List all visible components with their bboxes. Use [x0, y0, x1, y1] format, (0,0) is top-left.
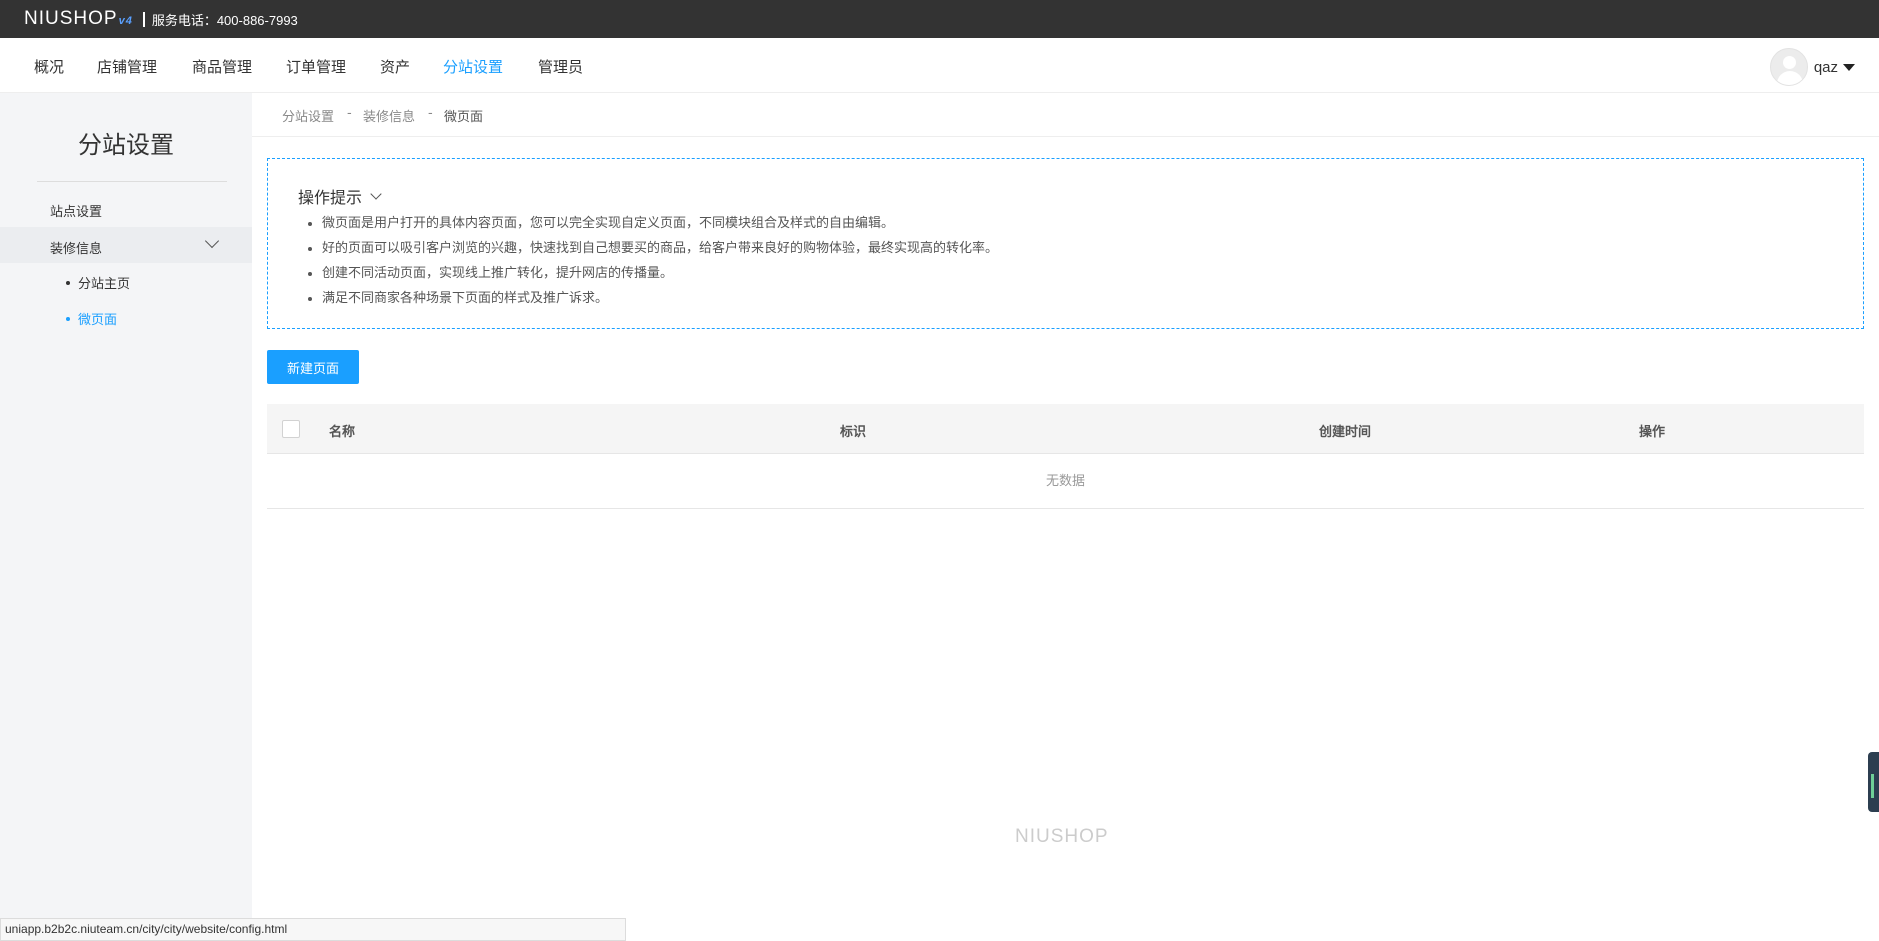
sidebar-item-site-settings[interactable]: 站点设置: [50, 201, 102, 220]
niushop-logo[interactable]: NIUSHOPv4: [24, 8, 133, 30]
sidebar-title: 分站设置: [78, 131, 174, 159]
sidebar-subitem-label: 微页面: [78, 313, 118, 328]
nav-item-goods[interactable]: 商品管理: [192, 56, 252, 77]
tips-line: 创建不同活动页面，实现线上推广转化，提升网店的传播量。: [308, 261, 998, 286]
user-menu[interactable]: qaz: [1769, 48, 1855, 86]
column-header-name: 名称: [329, 425, 356, 440]
tips-line: 满足不同商家各种场景下页面的样式及推广诉求。: [308, 286, 998, 311]
select-all-checkbox[interactable]: [282, 420, 300, 438]
nav-item-store[interactable]: 店铺管理: [97, 56, 157, 77]
sidebar-divider: [37, 181, 227, 182]
column-header-created: 创建时间: [1319, 425, 1372, 440]
breadcrumb: 分站设置 - 装修信息 - 微页面: [252, 93, 1879, 137]
nav-item-assets[interactable]: 资产: [380, 56, 410, 77]
service-phone: 服务电话：400-886-7993: [151, 12, 298, 28]
bullet-icon: [66, 280, 70, 285]
operation-tips: 操作提示 微页面是用户打开的具体内容页面，您可以完全实现自定义页面，不同模块组合…: [267, 158, 1864, 329]
tips-line: 好的页面可以吸引客户浏览的兴趣，快速找到自己想要买的商品，给客户带来良好的购物体…: [308, 236, 998, 261]
table-header: 名称 标识 创建时间 操作: [267, 404, 1864, 454]
sidebar-subitem-label: 分站主页: [78, 277, 131, 292]
nav-item-substation[interactable]: 分站设置: [443, 56, 503, 77]
micropage-table: 名称 标识 创建时间 操作 无数据: [267, 404, 1864, 509]
main-nav: 概况 店铺管理 商品管理 订单管理 资产 分站设置 管理员 qaz: [0, 38, 1879, 93]
caret-down-icon[interactable]: [1843, 63, 1855, 71]
column-header-identifier: 标识: [840, 425, 867, 440]
chevron-down-icon[interactable]: [204, 233, 220, 249]
table-empty-state: 无数据: [267, 454, 1864, 509]
tips-list: 微页面是用户打开的具体内容页面，您可以完全实现自定义页面，不同模块组合及样式的自…: [308, 211, 998, 311]
side-float-widget-icon[interactable]: [1868, 752, 1879, 812]
sidebar-subitem-micropage[interactable]: 微页面: [66, 309, 117, 328]
column-header-actions: 操作: [1639, 425, 1666, 440]
nav-item-orders[interactable]: 订单管理: [286, 56, 346, 77]
nav-item-admin[interactable]: 管理员: [538, 56, 583, 77]
sidebar-item-decoration[interactable]: 装修信息: [0, 227, 252, 263]
chevron-down-icon[interactable]: [370, 188, 382, 200]
browser-status-url: uniapp.b2b2c.niuteam.cn/city/city/websit…: [0, 918, 626, 941]
username[interactable]: qaz: [1814, 59, 1838, 76]
breadcrumb-item[interactable]: 装修信息: [363, 106, 415, 125]
breadcrumb-separator: -: [428, 106, 433, 121]
sidebar-item-label: 装修信息: [50, 242, 103, 257]
tips-title: 操作提示: [298, 188, 363, 207]
bullet-icon: [66, 316, 70, 321]
tips-toggle[interactable]: 操作提示: [298, 184, 382, 208]
new-page-button[interactable]: 新建页面: [267, 350, 359, 384]
top-bar: NIUSHOPv4 服务电话：400-886-7993: [0, 0, 1879, 38]
breadcrumb-separator: -: [347, 106, 352, 121]
divider: [142, 11, 145, 27]
breadcrumb-current: 微页面: [444, 110, 484, 125]
sidebar: 分站设置 站点设置 装修信息 分站主页 微页面: [0, 93, 252, 941]
breadcrumb-item[interactable]: 分站设置: [282, 106, 334, 125]
sidebar-subitem-home[interactable]: 分站主页: [66, 273, 130, 292]
nav-item-overview[interactable]: 概况: [34, 56, 64, 77]
tips-line: 微页面是用户打开的具体内容页面，您可以完全实现自定义页面，不同模块组合及样式的自…: [308, 211, 998, 236]
user-avatar-icon[interactable]: [1769, 48, 1808, 86]
footer-logo: NIUSHOP: [1015, 826, 1109, 847]
